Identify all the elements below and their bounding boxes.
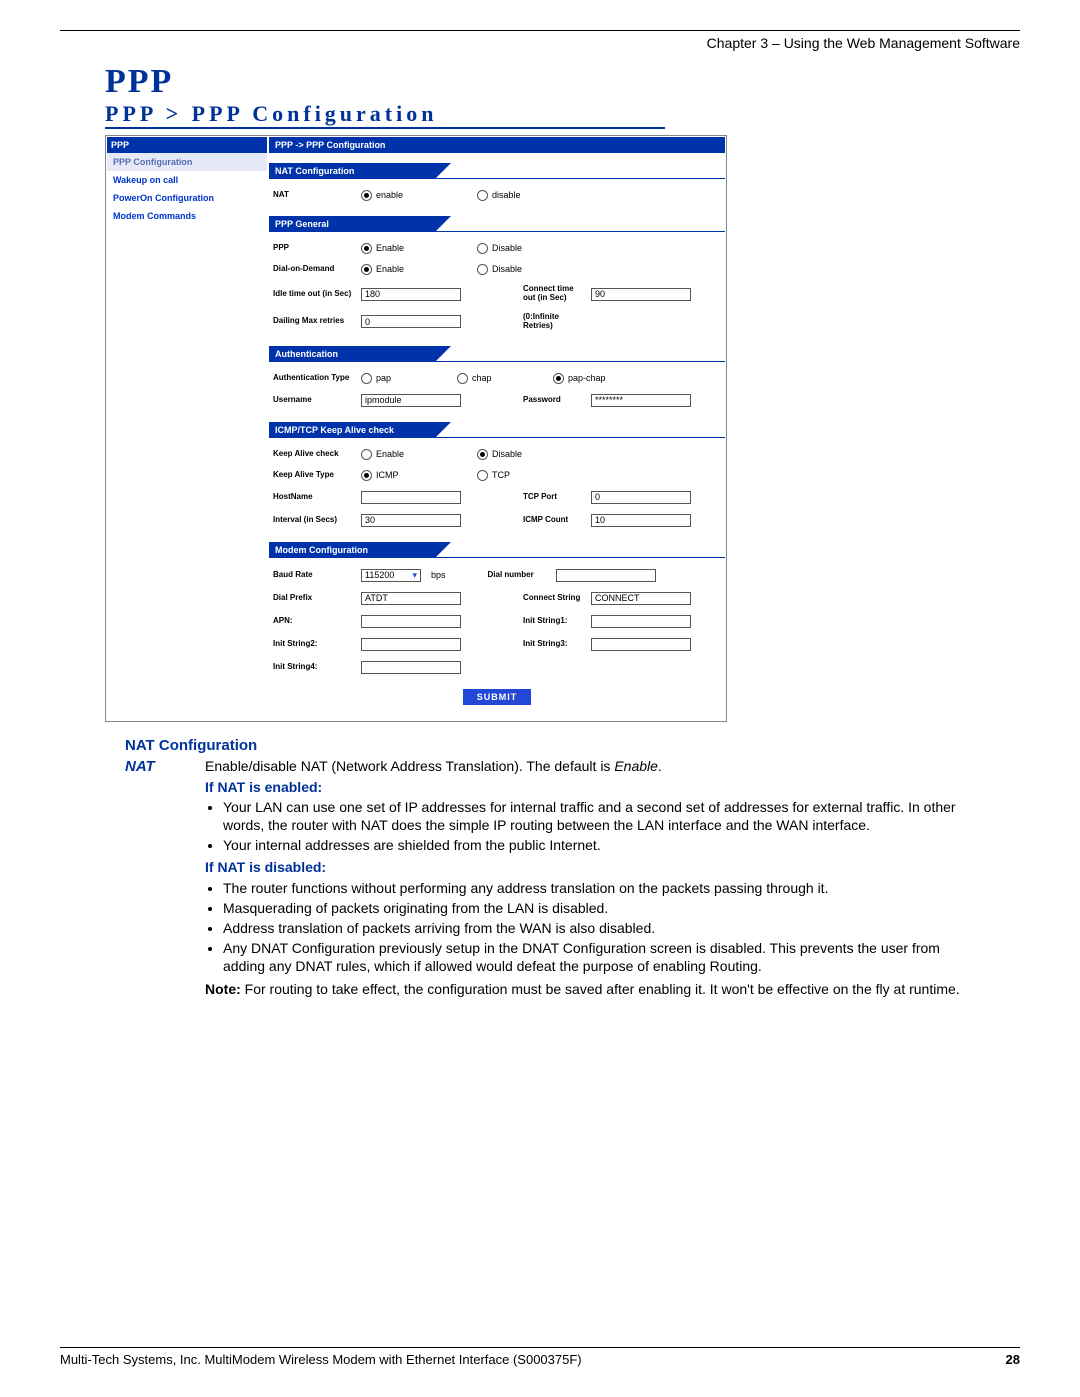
keep-type-label: Keep Alive Type — [273, 471, 355, 480]
nat-enable-text: enable — [376, 190, 403, 200]
enabled-heading: If NAT is enabled: — [205, 778, 980, 796]
section-auth-title: Authentication — [269, 346, 435, 362]
baud-select[interactable]: 115200 — [361, 569, 421, 582]
init3-input[interactable] — [591, 638, 691, 651]
nat-label: NAT — [273, 191, 355, 200]
nav-item-ppp-config[interactable]: PPP Configuration — [107, 153, 267, 171]
list-item: The router functions without performing … — [223, 879, 980, 897]
init2-input[interactable] — [361, 638, 461, 651]
submit-button[interactable]: SUBMIT — [463, 689, 532, 705]
host-input[interactable] — [361, 491, 461, 504]
retry-note: (0:Infinite Retries) — [523, 313, 585, 331]
list-item: Masquerading of packets originating from… — [223, 899, 980, 917]
keep-check-label: Keep Alive check — [273, 450, 355, 459]
keep-disable-radio[interactable] — [477, 449, 488, 460]
idle-label: Idle time out (in Sec) — [273, 290, 355, 299]
init2-label: Init String2: — [273, 640, 355, 649]
interval-input[interactable]: 30 — [361, 514, 461, 527]
desc-note: Note: For routing to take effect, the co… — [205, 980, 980, 998]
connectstr-input[interactable]: CONNECT — [591, 592, 691, 605]
idle-input[interactable]: 180 — [361, 288, 461, 301]
dialnum-label: Dial number — [488, 571, 550, 580]
section-auth: Authentication — [269, 346, 725, 362]
baud-unit: bps — [431, 570, 446, 580]
section-general-title: PPP General — [269, 216, 435, 232]
list-item: Address translation of packets arriving … — [223, 919, 980, 937]
ppp-disable-radio[interactable] — [477, 243, 488, 254]
keep-icmp-radio[interactable] — [361, 470, 372, 481]
dialnum-input[interactable] — [556, 569, 656, 582]
list-item: Your internal addresses are shielded fro… — [223, 836, 980, 854]
nat-disable-radio[interactable] — [477, 190, 488, 201]
desc-term: NAT — [125, 757, 205, 997]
section-general: PPP General — [269, 216, 725, 232]
section-modem: Modem Configuration — [269, 542, 725, 558]
list-item: Any DNAT Configuration previously setup … — [223, 939, 980, 975]
tcpport-label: TCP Port — [523, 493, 585, 502]
icmpcount-label: ICMP Count — [523, 516, 585, 525]
ppp-label: PPP — [273, 244, 355, 253]
footer-text: Multi-Tech Systems, Inc. MultiModem Wire… — [60, 1352, 582, 1367]
dod-label: Dial-on-Demand — [273, 265, 355, 274]
init1-label: Init String1: — [523, 617, 585, 626]
retry-input[interactable]: 0 — [361, 315, 461, 328]
nav-item-wakeup[interactable]: Wakeup on call — [107, 171, 267, 189]
pass-label: Password — [523, 396, 585, 405]
init1-input[interactable] — [591, 615, 691, 628]
section-keep: ICMP/TCP Keep Alive check — [269, 422, 725, 438]
apn-label: APN: — [273, 617, 355, 626]
tcpport-input[interactable]: 0 — [591, 491, 691, 504]
init4-label: Init String4: — [273, 663, 355, 672]
init4-input[interactable] — [361, 661, 461, 674]
connectstr-label: Connect String — [523, 594, 585, 603]
breadcrumb: PPP -> PPP Configuration — [269, 137, 725, 153]
user-input[interactable]: ipmodule — [361, 394, 461, 407]
host-label: HostName — [273, 493, 355, 502]
user-label: Username — [273, 396, 355, 405]
ppp-enable-radio[interactable] — [361, 243, 372, 254]
interval-label: Interval (in Secs) — [273, 516, 355, 525]
config-screenshot: PPP PPP Configuration Wakeup on call Pow… — [105, 135, 727, 722]
page-title: PPP — [105, 63, 1020, 101]
nav-item-modem-cmds[interactable]: Modem Commands — [107, 207, 267, 225]
connect-timeout-input[interactable]: 90 — [591, 288, 691, 301]
nav-title: PPP — [107, 137, 267, 153]
icmpcount-input[interactable]: 10 — [591, 514, 691, 527]
disabled-list: The router functions without performing … — [223, 879, 980, 976]
auth-papchap-radio[interactable] — [553, 373, 564, 384]
nav-item-poweron[interactable]: PowerOn Configuration — [107, 189, 267, 207]
init3-label: Init String3: — [523, 640, 585, 649]
enabled-list: Your LAN can use one set of IP addresses… — [223, 798, 980, 855]
keep-enable-radio[interactable] — [361, 449, 372, 460]
auth-pap-radio[interactable] — [361, 373, 372, 384]
dod-enable-radio[interactable] — [361, 264, 372, 275]
pass-input[interactable]: ******** — [591, 394, 691, 407]
disabled-heading: If NAT is disabled: — [205, 858, 980, 876]
section-keep-title: ICMP/TCP Keep Alive check — [269, 422, 435, 438]
list-item: Your LAN can use one set of IP addresses… — [223, 798, 980, 834]
connect-timeout-label: Connect time out (in Sec) — [523, 285, 585, 303]
keep-tcp-radio[interactable] — [477, 470, 488, 481]
desc-heading: NAT Configuration — [125, 736, 1020, 756]
auth-type-label: Authentication Type — [273, 374, 355, 383]
section-nat: NAT Configuration — [269, 163, 725, 179]
section-nat-title: NAT Configuration — [269, 163, 435, 179]
chapter-header: Chapter 3 – Using the Web Management Sof… — [60, 35, 1020, 51]
apn-input[interactable] — [361, 615, 461, 628]
nat-disable-text: disable — [492, 190, 521, 200]
dod-disable-radio[interactable] — [477, 264, 488, 275]
desc-intro: Enable/disable NAT (Network Address Tran… — [205, 758, 614, 774]
auth-chap-radio[interactable] — [457, 373, 468, 384]
dialprefix-label: Dial Prefix — [273, 594, 355, 603]
page-number: 28 — [1006, 1352, 1020, 1367]
page-subtitle: PPP > PPP Configuration — [105, 101, 665, 129]
retry-label: Dailing Max retries — [273, 317, 355, 326]
section-modem-title: Modem Configuration — [269, 542, 435, 558]
baud-label: Baud Rate — [273, 571, 355, 580]
dialprefix-input[interactable]: ATDT — [361, 592, 461, 605]
nat-enable-radio[interactable] — [361, 190, 372, 201]
